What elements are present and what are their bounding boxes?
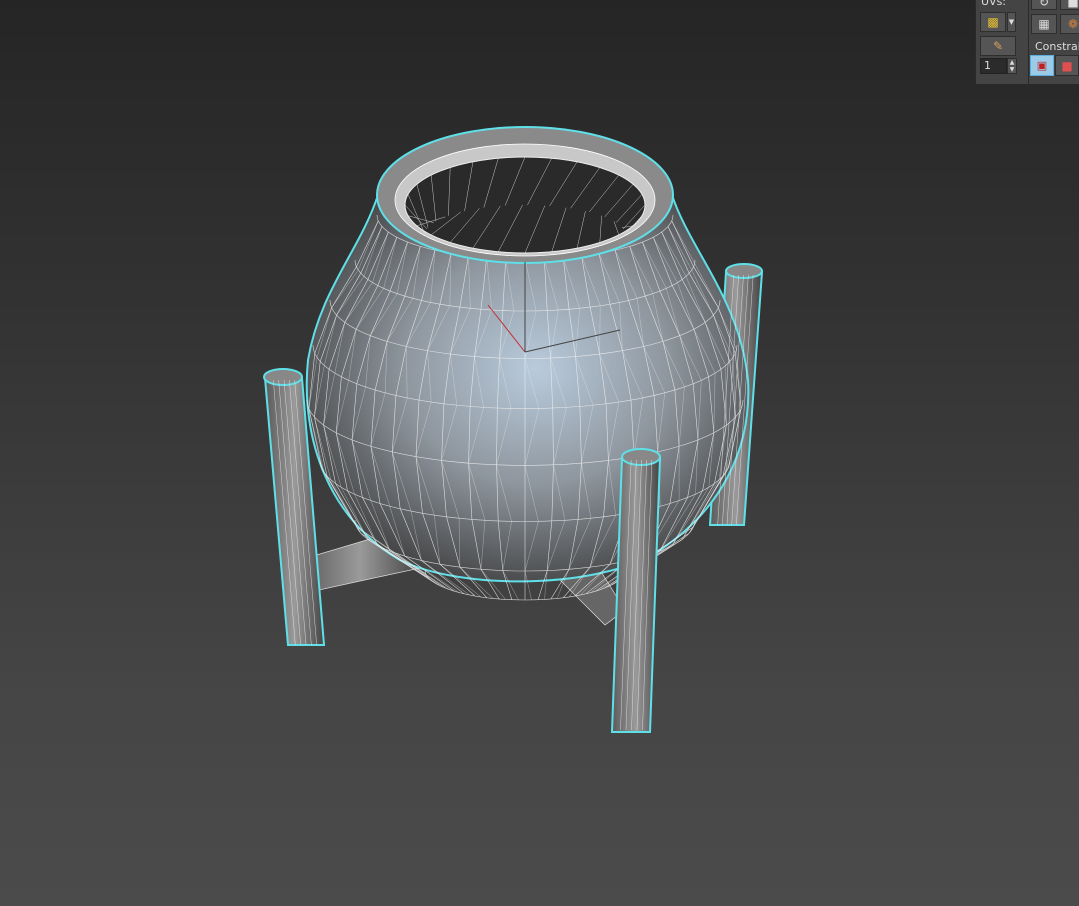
tool-button[interactable]: ■ bbox=[1060, 0, 1079, 10]
tool-icon: ■ bbox=[1067, 0, 1079, 9]
uv-section: UVs: ▩ ▼ ✎ 1 ▲ ▼ bbox=[976, 0, 1029, 84]
constraint-none-button[interactable]: ▣ bbox=[1030, 55, 1054, 76]
lock-selection-button[interactable]: ▩ bbox=[980, 12, 1006, 32]
dropdown-button[interactable]: ▼ bbox=[1007, 12, 1016, 32]
select-grid-button[interactable]: ▦ bbox=[1031, 14, 1057, 34]
constraints-label: Constrai bbox=[1035, 40, 1079, 53]
uvs-label: UVs: bbox=[981, 0, 1007, 8]
dropdown-icon: ▼ bbox=[1008, 18, 1015, 26]
brush-button[interactable]: ❁ bbox=[1060, 14, 1079, 34]
constraint-face-icon: ■ bbox=[1061, 58, 1073, 73]
paint-selection-icon: ✎ bbox=[992, 39, 1004, 53]
rotate-icon: ↻ bbox=[1038, 0, 1050, 9]
pot-model bbox=[305, 126, 750, 601]
pot-opening bbox=[404, 156, 646, 254]
uv-editor-panel: UVs: ▩ ▼ ✎ 1 ▲ ▼ ↻ ■ ▦ ❁ Constrai ▣ ■ bbox=[975, 0, 1079, 85]
rotate-button[interactable]: ↻ bbox=[1031, 0, 1057, 10]
spinner-input[interactable]: 1 bbox=[980, 58, 1007, 74]
constraint-face-button[interactable]: ■ bbox=[1055, 55, 1079, 76]
spinner-down-icon: ▼ bbox=[1009, 66, 1015, 73]
brush-icon: ❁ bbox=[1067, 17, 1079, 31]
constraint-none-icon: ▣ bbox=[1036, 59, 1048, 72]
paint-selection-button[interactable]: ✎ bbox=[980, 36, 1016, 56]
lock-selection-icon: ▩ bbox=[987, 15, 999, 29]
select-grid-icon: ▦ bbox=[1038, 17, 1050, 31]
viewport-3d[interactable] bbox=[0, 0, 1079, 906]
spinner-up-icon: ▲ bbox=[1009, 59, 1015, 66]
spinner-arrows[interactable]: ▲ ▼ bbox=[1007, 58, 1017, 74]
